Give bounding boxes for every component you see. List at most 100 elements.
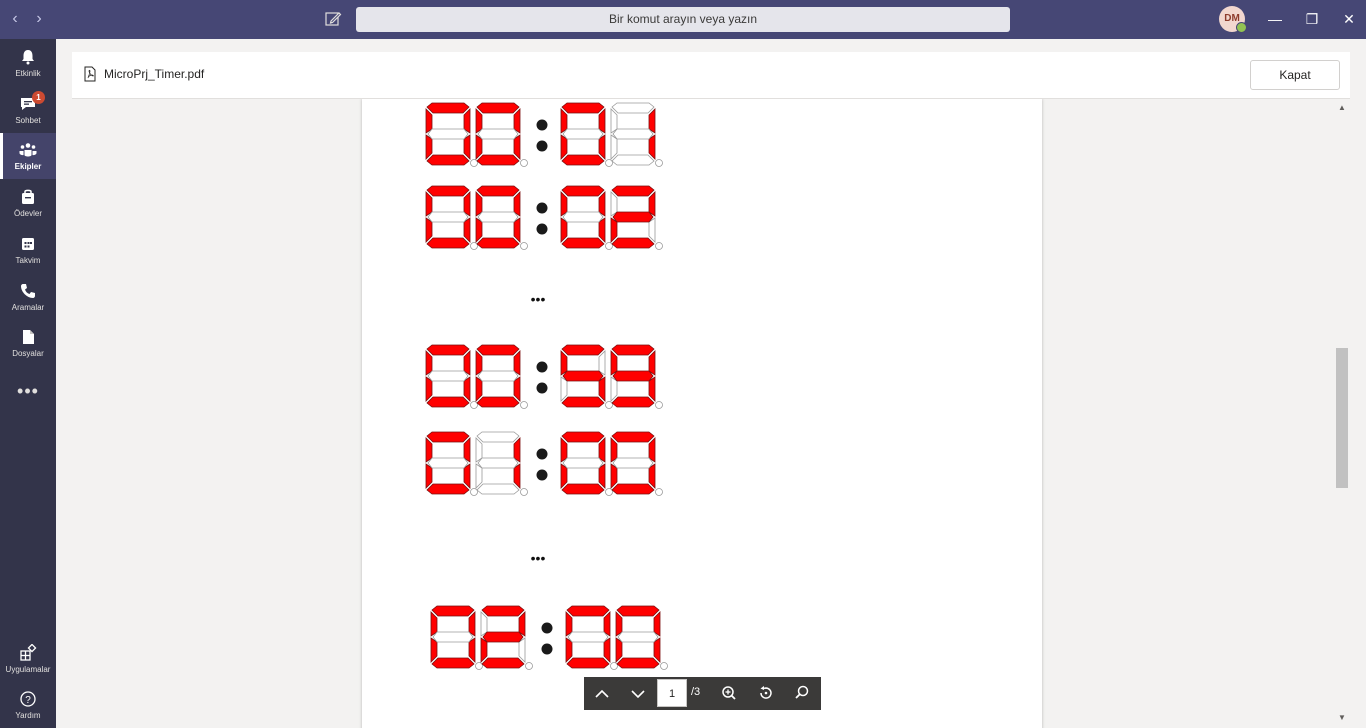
close-file-button[interactable]: Kapat bbox=[1250, 60, 1340, 90]
digit-segment bbox=[475, 463, 483, 489]
digit-segment bbox=[476, 185, 520, 197]
digit-segment bbox=[476, 102, 520, 114]
digit-segment bbox=[481, 605, 525, 617]
digit-segment bbox=[560, 463, 568, 489]
seven-segment-digit bbox=[475, 102, 528, 167]
rail-label: Sohbet bbox=[15, 116, 41, 125]
rotate-button[interactable] bbox=[750, 677, 782, 710]
digit-segment bbox=[513, 437, 521, 463]
rail-label: Dosyalar bbox=[12, 349, 44, 358]
digit-segment bbox=[612, 211, 654, 223]
search-input[interactable]: Bir komut arayın veya yazın bbox=[356, 7, 1010, 32]
digit-segment bbox=[518, 637, 526, 663]
minimize-button[interactable]: — bbox=[1264, 8, 1286, 30]
digit-segment bbox=[567, 631, 609, 643]
seven-segment-digit bbox=[425, 431, 478, 496]
digit-segment bbox=[598, 463, 606, 489]
digit-segment bbox=[426, 237, 470, 249]
back-arrow-icon[interactable]: ‹ bbox=[7, 10, 23, 28]
digit-segment bbox=[566, 605, 610, 617]
digit-segment bbox=[425, 350, 433, 376]
scroll-up-arrow-icon[interactable]: ▲ bbox=[1336, 103, 1348, 112]
digit-segment bbox=[426, 396, 470, 408]
digit-segment bbox=[468, 637, 476, 663]
seven-segment-digit bbox=[610, 102, 663, 167]
digit-segment bbox=[426, 185, 470, 197]
digit-segment bbox=[425, 437, 433, 463]
digit-segment bbox=[477, 128, 519, 140]
digit-segment bbox=[561, 344, 605, 356]
digit-segment bbox=[475, 191, 483, 217]
seven-segment-digit bbox=[425, 185, 478, 250]
digit-segment bbox=[648, 437, 656, 463]
rail-item-apps[interactable]: Uygulamalar bbox=[0, 636, 56, 682]
rail-item-help[interactable]: ? Yardım bbox=[0, 682, 56, 728]
digit-segment bbox=[648, 463, 656, 489]
colon-dot bbox=[541, 643, 553, 655]
digit-segment bbox=[617, 631, 659, 643]
rail-item-assignments[interactable]: Ödevler bbox=[0, 180, 56, 226]
decimal-point bbox=[525, 662, 533, 670]
scrollbar-thumb[interactable] bbox=[1336, 348, 1348, 488]
digit-segment bbox=[653, 637, 661, 663]
decimal-point bbox=[605, 488, 613, 496]
decimal-point bbox=[520, 242, 528, 250]
rail-item-calls[interactable]: Aramalar bbox=[0, 274, 56, 320]
chevron-up-icon bbox=[595, 689, 609, 698]
title-bar: ‹ › Bir komut arayın veya yazın DM — ❐ ✕ bbox=[0, 0, 1366, 39]
pdf-page: ••• ••• bbox=[362, 99, 1042, 728]
digit-segment bbox=[612, 457, 654, 469]
digit-segment bbox=[427, 457, 469, 469]
decimal-point bbox=[470, 159, 478, 167]
digit-segment bbox=[463, 463, 471, 489]
digit-segment bbox=[612, 370, 654, 382]
rail-item-calendar[interactable]: Takvim bbox=[0, 227, 56, 273]
app-rail: Etkinlik 1 Sohbet Ekipler Ödevler Takvim… bbox=[0, 39, 56, 728]
next-page-button[interactable] bbox=[622, 677, 654, 710]
zoom-in-button[interactable] bbox=[713, 677, 745, 710]
rail-item-chat[interactable]: 1 Sohbet bbox=[0, 87, 56, 133]
digit-segment bbox=[598, 376, 606, 402]
seven-segment-digit bbox=[610, 344, 663, 409]
search-button[interactable] bbox=[786, 677, 818, 710]
digit-segment bbox=[598, 217, 606, 243]
digit-segment bbox=[610, 134, 618, 160]
digit-segment bbox=[561, 102, 605, 114]
more-apps-icon[interactable]: ••• bbox=[0, 381, 56, 402]
digit-segment bbox=[425, 463, 433, 489]
rail-item-files[interactable]: Dosyalar bbox=[0, 320, 56, 366]
seven-segment-digit bbox=[475, 344, 528, 409]
close-window-button[interactable]: ✕ bbox=[1338, 8, 1360, 30]
rail-label: Uygulamalar bbox=[5, 665, 51, 674]
previous-page-button[interactable] bbox=[586, 677, 618, 710]
restore-button[interactable]: ❐ bbox=[1301, 8, 1323, 30]
digit-segment bbox=[561, 483, 605, 495]
rail-label: Yardım bbox=[15, 711, 41, 720]
digit-segment bbox=[426, 431, 470, 443]
digit-segment bbox=[598, 108, 606, 134]
digit-segment bbox=[610, 217, 618, 243]
rail-item-teams[interactable]: Ekipler bbox=[0, 133, 56, 179]
seven-segment-digit bbox=[615, 605, 668, 670]
digit-segment bbox=[426, 102, 470, 114]
digit-segment bbox=[561, 396, 605, 408]
decimal-point bbox=[660, 662, 668, 670]
seven-segment-digit bbox=[475, 431, 528, 496]
digit-segment bbox=[560, 134, 568, 160]
colon-dot bbox=[536, 140, 548, 152]
digit-segment bbox=[426, 483, 470, 495]
scroll-down-arrow-icon[interactable]: ▼ bbox=[1336, 713, 1348, 722]
page-number-input[interactable]: 1 bbox=[657, 679, 687, 707]
forward-arrow-icon[interactable]: › bbox=[31, 10, 47, 28]
assignments-icon bbox=[22, 189, 34, 204]
rail-label: Ödevler bbox=[13, 209, 42, 218]
decimal-point bbox=[655, 401, 663, 409]
pdf-page-content: ••• ••• bbox=[425, 102, 668, 670]
compose-icon[interactable] bbox=[324, 10, 342, 28]
rail-item-activity[interactable]: Etkinlik bbox=[0, 40, 56, 86]
seven-segment-digit bbox=[430, 605, 483, 670]
decimal-point bbox=[520, 159, 528, 167]
digit-segment bbox=[513, 191, 521, 217]
digit-segment bbox=[616, 605, 660, 617]
digit-segment bbox=[611, 396, 655, 408]
